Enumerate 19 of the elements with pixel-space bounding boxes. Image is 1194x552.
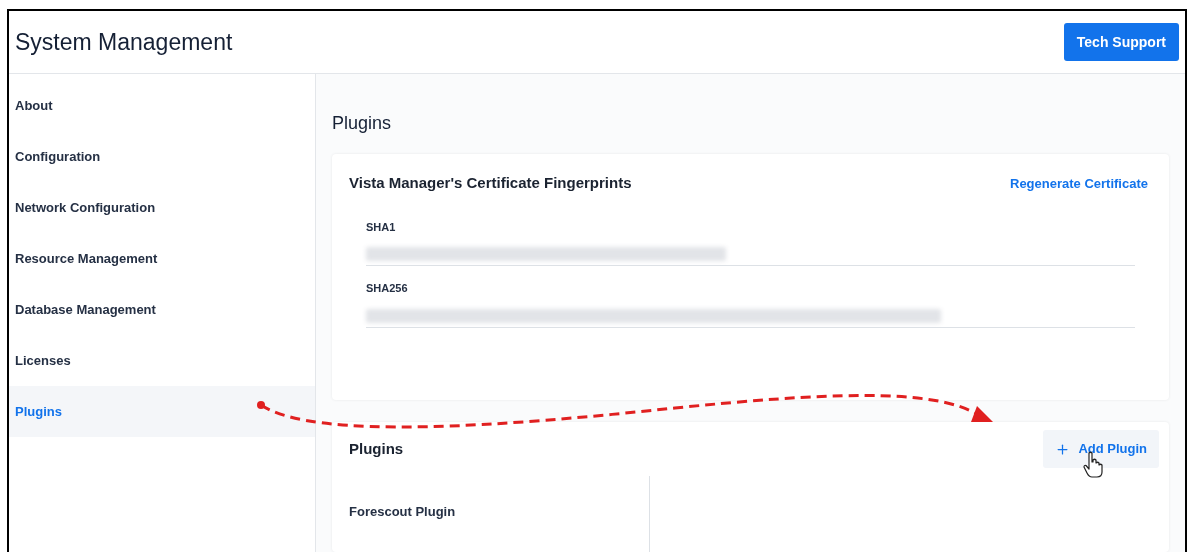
field-label: SHA256 <box>366 281 409 296</box>
sidebar-item[interactable]: Network Configuration <box>9 182 315 233</box>
sidebar-item[interactable]: About <box>9 80 315 131</box>
hand-pointer-icon <box>1083 451 1103 479</box>
sidebar-item[interactable]: Database Management <box>9 284 315 335</box>
sidebar-item[interactable]: Resource Management <box>9 233 315 284</box>
card-title: Plugins <box>349 438 404 459</box>
add-plugin-button[interactable]: Add Plugin <box>1043 430 1159 468</box>
sidebar-item[interactable]: Licenses <box>9 335 315 386</box>
plus-icon <box>1055 441 1071 457</box>
tech-support-button[interactable]: Tech Support <box>1063 23 1179 61</box>
card-title: Vista Manager's Certificate Fingerprints <box>349 173 632 193</box>
regenerate-certificate-link[interactable]: Regenerate Certificate <box>1010 173 1148 193</box>
sidebar-item[interactable]: Plugins <box>9 386 315 437</box>
window-title: System Management <box>15 27 233 57</box>
sidebar-item[interactable]: Configuration <box>9 131 315 182</box>
page-title: Plugins <box>332 112 393 135</box>
plugin-item[interactable]: Forescout Plugin <box>349 502 632 522</box>
field-label: SHA1 <box>366 219 397 235</box>
